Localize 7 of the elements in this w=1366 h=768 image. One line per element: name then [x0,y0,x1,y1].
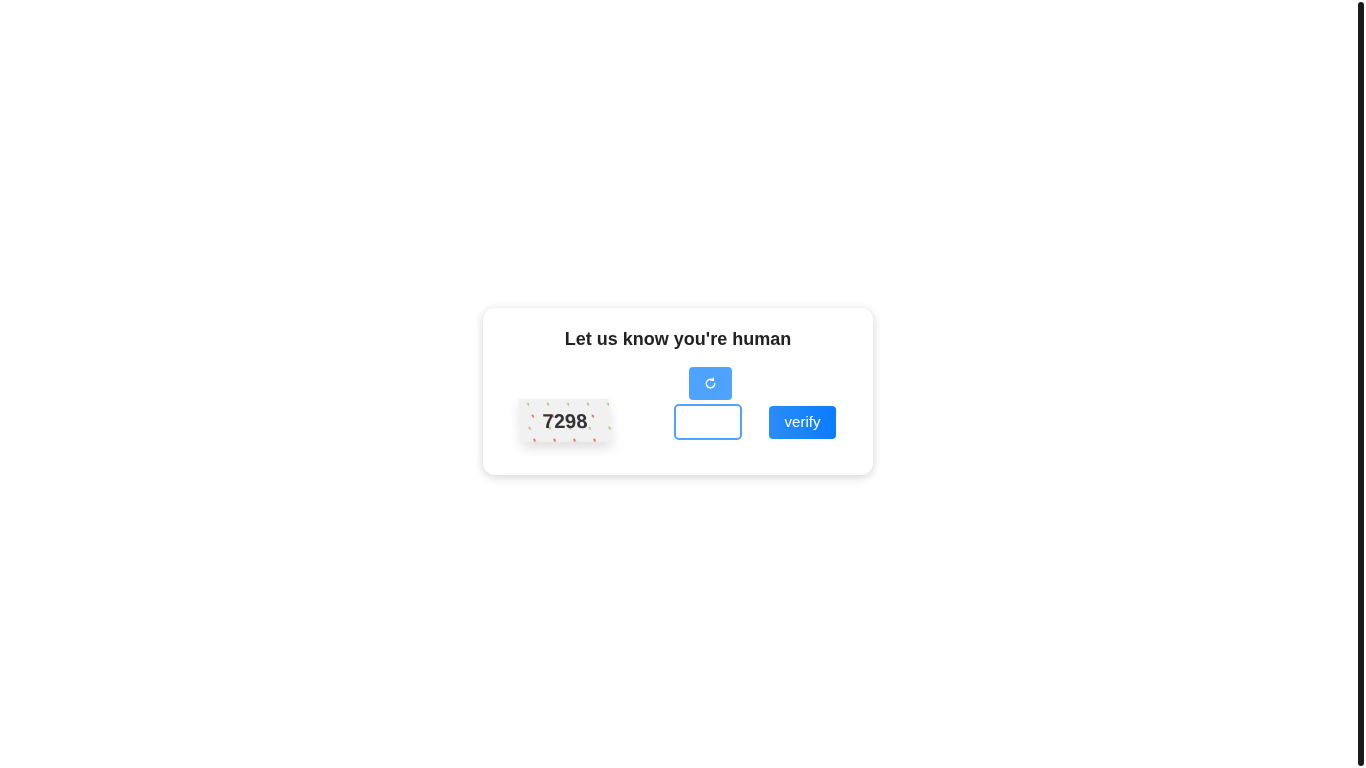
captcha-code: 7298 [541,408,589,433]
refresh-button[interactable] [688,367,732,400]
scrollbar[interactable] [1358,2,1364,766]
answer-field[interactable] [673,404,742,440]
verify-button[interactable]: verify [769,405,836,439]
dialog-title: Let us know you're human [564,327,792,351]
refresh-icon [703,377,717,390]
